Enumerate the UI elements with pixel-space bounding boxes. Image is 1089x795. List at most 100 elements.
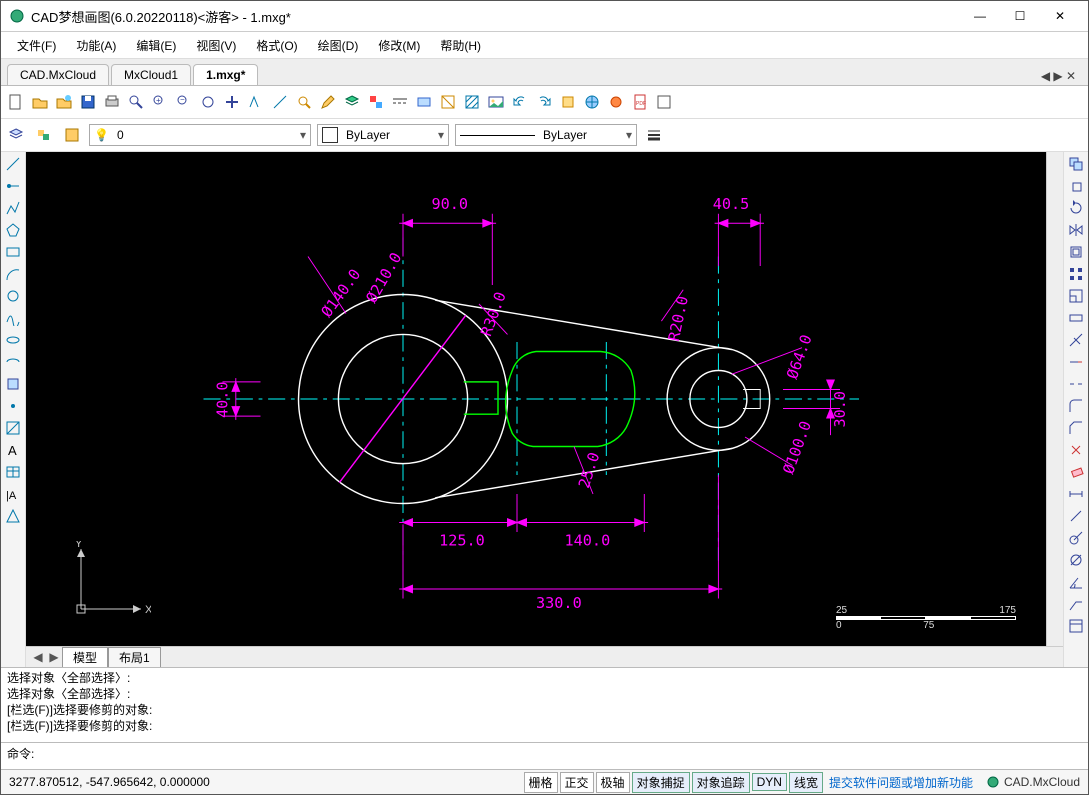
status-toggle-grid[interactable]: 栅格 [524, 772, 558, 793]
doc-tab[interactable]: CAD.MxCloud [7, 64, 109, 85]
fillet-icon[interactable] [1066, 396, 1086, 416]
vertical-scrollbar[interactable] [1046, 152, 1063, 646]
offset-icon[interactable] [1066, 242, 1086, 262]
menu-function[interactable]: 功能(A) [66, 33, 126, 58]
linetype-icon[interactable] [389, 91, 411, 113]
region-icon[interactable] [3, 506, 23, 526]
annotation-icon[interactable]: |A [3, 484, 23, 504]
layer-manager-icon[interactable] [5, 124, 27, 146]
regen-icon[interactable] [245, 91, 267, 113]
copy-icon[interactable] [1066, 154, 1086, 174]
menu-help[interactable]: 帮助(H) [430, 33, 491, 58]
array-icon[interactable] [1066, 264, 1086, 284]
status-toggle-lwt[interactable]: 线宽 [789, 772, 823, 793]
move-icon[interactable] [1066, 176, 1086, 196]
dim-aligned-icon[interactable] [1066, 506, 1086, 526]
feedback-link[interactable]: 提交软件问题或增加新功能 [825, 773, 977, 792]
layer-tools-icon[interactable] [61, 124, 83, 146]
tab-scroll-right-icon[interactable]: ▶ [46, 650, 62, 664]
doc-tab-active[interactable]: 1.mxg* [193, 64, 258, 85]
point-icon[interactable] [3, 396, 23, 416]
menu-format[interactable]: 格式(O) [246, 33, 307, 58]
extend-icon[interactable] [1066, 352, 1086, 372]
zoom-window-icon[interactable] [125, 91, 147, 113]
close-button[interactable]: ✕ [1040, 2, 1080, 30]
polyline-icon[interactable] [3, 198, 23, 218]
status-toggle-osnap[interactable]: 对象捕捉 [632, 772, 690, 793]
status-toggle-dyn[interactable]: DYN [752, 773, 787, 791]
redo-icon[interactable] [533, 91, 555, 113]
tab-scroll-left-icon[interactable]: ◀ [30, 650, 46, 664]
render-icon[interactable] [605, 91, 627, 113]
menu-edit[interactable]: 编辑(E) [126, 33, 186, 58]
tab-nav-icons[interactable]: ◀ ▶ ✕ [1035, 67, 1082, 85]
color-selector[interactable]: ByLayer ▾ [317, 124, 449, 146]
model-tab[interactable]: 模型 [62, 647, 108, 668]
image-icon[interactable] [485, 91, 507, 113]
arc-icon[interactable] [3, 264, 23, 284]
leader-icon[interactable] [1066, 594, 1086, 614]
status-toggle-otrack[interactable]: 对象追踪 [692, 772, 750, 793]
layout-tab[interactable]: 布局1 [108, 647, 161, 668]
trim-icon[interactable] [1066, 330, 1086, 350]
properties-icon[interactable] [1066, 616, 1086, 636]
color-icon[interactable] [365, 91, 387, 113]
undo-icon[interactable] [509, 91, 531, 113]
dim-diameter-icon[interactable] [1066, 550, 1086, 570]
hatch2-icon[interactable] [3, 418, 23, 438]
layers-icon[interactable] [341, 91, 363, 113]
open-icon[interactable] [29, 91, 51, 113]
ray-icon[interactable] [3, 176, 23, 196]
zoom-extents-icon[interactable] [197, 91, 219, 113]
spline-icon[interactable] [3, 308, 23, 328]
save-icon[interactable] [77, 91, 99, 113]
pan-icon[interactable] [221, 91, 243, 113]
rotate-icon[interactable] [1066, 198, 1086, 218]
find-icon[interactable] [293, 91, 315, 113]
scale-icon[interactable] [1066, 286, 1086, 306]
measure-icon[interactable] [269, 91, 291, 113]
command-prompt[interactable]: 命令: [1, 742, 1088, 769]
linetype-selector[interactable]: ByLayer ▾ [455, 124, 637, 146]
rectangle-icon[interactable] [3, 242, 23, 262]
erase-icon[interactable] [1066, 462, 1086, 482]
explode-icon[interactable] [1066, 440, 1086, 460]
print-icon[interactable] [101, 91, 123, 113]
polygon-icon[interactable] [3, 220, 23, 240]
new-icon[interactable] [5, 91, 27, 113]
chamfer-icon[interactable] [1066, 418, 1086, 438]
zoom-out-icon[interactable]: − [173, 91, 195, 113]
export-icon[interactable] [557, 91, 579, 113]
dim-angular-icon[interactable] [1066, 572, 1086, 592]
circle-icon[interactable] [3, 286, 23, 306]
edit-icon[interactable] [317, 91, 339, 113]
doc-tab[interactable]: MxCloud1 [111, 64, 191, 85]
text-A-icon[interactable]: A [3, 440, 23, 460]
layer-state-icon[interactable] [33, 124, 55, 146]
dim-radius-icon[interactable] [1066, 528, 1086, 548]
menu-draw[interactable]: 绘图(D) [308, 33, 369, 58]
break-icon[interactable] [1066, 374, 1086, 394]
pdf-icon[interactable]: PDF [629, 91, 651, 113]
hatch-icon[interactable] [461, 91, 483, 113]
globe-icon[interactable] [581, 91, 603, 113]
table-icon[interactable] [3, 462, 23, 482]
dim-style-icon[interactable] [413, 91, 435, 113]
lineweight-icon[interactable] [643, 124, 665, 146]
zoom-in-icon[interactable]: + [149, 91, 171, 113]
menu-file[interactable]: 文件(F) [7, 33, 66, 58]
open-cloud-icon[interactable] [53, 91, 75, 113]
stretch-icon[interactable] [1066, 308, 1086, 328]
minimize-button[interactable]: — [960, 2, 1000, 30]
ellipse-icon[interactable] [3, 330, 23, 350]
line-icon[interactable] [3, 154, 23, 174]
drawing-canvas[interactable]: 90.0 40.5 125.0 140.0 330.0 40.0 30.0 25… [26, 152, 1046, 646]
settings-icon[interactable] [653, 91, 675, 113]
insert-block-icon[interactable] [3, 374, 23, 394]
status-toggle-ortho[interactable]: 正交 [560, 772, 594, 793]
layer-selector[interactable]: 💡 0 ▾ [89, 124, 311, 146]
ellipse-arc-icon[interactable] [3, 352, 23, 372]
mirror-icon[interactable] [1066, 220, 1086, 240]
block-icon[interactable] [437, 91, 459, 113]
status-toggle-polar[interactable]: 极轴 [596, 772, 630, 793]
